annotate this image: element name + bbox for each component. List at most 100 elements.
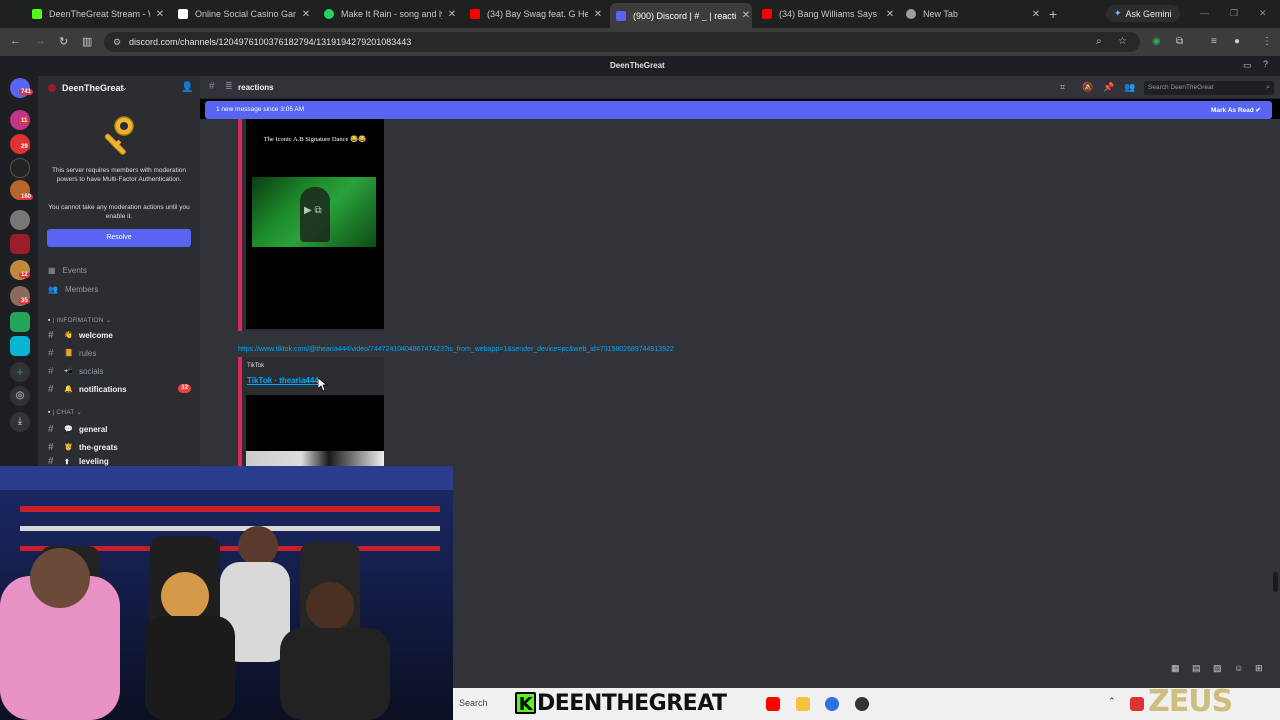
server-icon-selected[interactable] [10, 234, 30, 254]
taskbar-search[interactable]: Search [459, 698, 488, 708]
media-icon[interactable]: ≡ [1211, 36, 1217, 47]
vpn-icon[interactable] [825, 697, 839, 711]
youtube-icon[interactable] [766, 697, 780, 711]
channel-rules[interactable]: # 📙 rules [48, 345, 193, 361]
mark-as-read-button[interactable]: Mark As Read ✔ [1211, 106, 1261, 114]
events-link[interactable]: ▦ Events [48, 266, 87, 275]
video-thumbnail[interactable]: ▶ ⧉ [252, 177, 376, 247]
tray-app-icon[interactable] [1130, 697, 1144, 711]
home-icon[interactable] [10, 78, 30, 98]
video-embed: The Iconic A.B Signature Dance 😂😂 ▶ ⧉ [238, 119, 384, 331]
extensions-puzzle-icon[interactable]: ⧉ [1176, 36, 1183, 47]
server-icon[interactable] [10, 312, 30, 332]
new-tab-button[interactable]: + [1049, 6, 1057, 22]
browser-tab[interactable]: New Tab ✕ [900, 4, 1042, 24]
close-icon[interactable]: ✕ [446, 9, 458, 20]
server-icon[interactable] [10, 158, 30, 178]
members-link[interactable]: 👥 Members [48, 285, 98, 294]
file-explorer-icon[interactable] [796, 697, 810, 711]
reload-icon[interactable]: ↻ [59, 35, 68, 48]
channel-the-greats[interactable]: # 🤴 the-greats [48, 439, 193, 455]
site-info-icon[interactable]: ⚙ [113, 32, 121, 52]
channel-socials[interactable]: # 📲 socials [48, 363, 193, 379]
maximize-icon[interactable]: ❐ [1230, 8, 1238, 19]
server-icon[interactable] [10, 336, 30, 356]
close-icon[interactable]: ✕ [592, 9, 604, 20]
browser-tab[interactable]: DeenTheGreat Stream - Wa ✕ [26, 4, 166, 24]
unread-badge: 12 [19, 272, 30, 278]
sidepanel-icon[interactable]: ▥ [82, 35, 92, 48]
inbox-icon[interactable]: ▭ [1243, 60, 1252, 71]
chevron-up-icon[interactable]: ⌃ [1108, 696, 1116, 707]
ask-gemini-button[interactable]: ✦ Ask Gemini [1106, 5, 1180, 22]
browser-tab[interactable]: Online Social Casino Game ✕ [172, 4, 312, 24]
mfa-subnotice: You cannot take any moderation actions u… [48, 204, 190, 220]
scrollbar-thumb[interactable] [1273, 572, 1278, 592]
tiktok-url-link[interactable]: https://www.tiktok.com/@thearia444/video… [238, 346, 674, 353]
category-information[interactable]: ▪ | INFORMATION ⌄ [48, 316, 111, 324]
threads-icon[interactable]: ⌗ [1060, 82, 1065, 93]
address-bar[interactable]: ⚙ discord.com/channels/12049761003761827… [104, 32, 1140, 52]
apps-icon[interactable]: ⊞ [1255, 663, 1263, 674]
new-messages-bar[interactable]: 1 new message since 3:05 AM Mark As Read… [205, 101, 1272, 119]
forward-icon[interactable]: → [35, 35, 46, 47]
close-icon[interactable]: ✕ [300, 9, 312, 20]
extension-icon[interactable]: ◉ [1152, 36, 1161, 47]
gemini-icon: ✦ [1114, 8, 1122, 18]
video-player[interactable] [246, 395, 384, 467]
browser-tab-active[interactable]: (900) Discord | # _ | reacti ✕ [610, 3, 752, 28]
video-player[interactable]: The Iconic A.B Signature Dance 😂😂 ▶ ⧉ [246, 119, 384, 329]
member-list-icon[interactable]: 👥 [1124, 82, 1135, 93]
channel-label: leveling [79, 457, 109, 466]
chevron-down-icon[interactable]: ⌄ [121, 83, 128, 92]
mark-as-read-label: Mark As Read [1210, 107, 1254, 114]
menu-icon[interactable]: ⋮ [1262, 36, 1272, 47]
window-close-icon[interactable]: ✕ [1259, 8, 1267, 19]
close-icon[interactable]: ✕ [740, 10, 752, 21]
casino-icon [178, 9, 188, 19]
channel-general[interactable]: # 💬 general [48, 421, 193, 437]
mute-bell-icon[interactable]: 🔕 [1082, 82, 1093, 93]
embed-title-link[interactable]: TikTok · thearia444 [247, 376, 319, 385]
help-icon[interactable]: ? [1263, 59, 1268, 69]
close-icon[interactable]: ✕ [884, 9, 896, 20]
search-input[interactable]: Search DeenTheGreat ⌕ [1144, 81, 1274, 95]
close-icon[interactable]: ✕ [1030, 9, 1042, 20]
gift-icon[interactable]: ▦ [1171, 663, 1180, 674]
minimize-icon[interactable]: — [1200, 8, 1209, 18]
channel-name: reactions [238, 83, 274, 92]
streamer-name: DEENTHEGREAT [537, 690, 727, 716]
profile-icon[interactable]: ● [1234, 36, 1240, 47]
browser-tab[interactable]: (34) Bang Williams Says He ✕ [756, 4, 896, 24]
close-icon[interactable]: ✕ [154, 9, 166, 20]
server-name[interactable]: DeenTheGreat [62, 83, 124, 93]
discover-icon[interactable]: ◎ [10, 386, 30, 406]
webcam-image [0, 466, 453, 720]
channel-leveling[interactable]: # ⬆ leveling [48, 457, 193, 466]
server-icon[interactable] [10, 210, 30, 230]
add-server-icon[interactable]: + [10, 362, 30, 382]
server-avatar-icon [48, 84, 56, 92]
play-icon[interactable]: ▶ ⧉ [304, 205, 322, 216]
pin-icon[interactable]: 📌 [1103, 82, 1114, 93]
category-chat[interactable]: ▪ | CHAT ⌄ [48, 408, 82, 416]
emoji-icon[interactable]: ☺ [1234, 663, 1243, 673]
browser-tab[interactable]: Make It Rain - song and ly ✕ [318, 4, 458, 24]
resolve-button[interactable]: Resolve [47, 229, 191, 247]
sticker-icon[interactable]: ▧ [1213, 663, 1222, 674]
gif-icon[interactable]: ▤ [1192, 663, 1201, 674]
zoom-icon[interactable]: ⌕ [1096, 36, 1102, 47]
obs-icon[interactable] [855, 697, 869, 711]
browser-tab[interactable]: (34) Bay Swag feat. G Herb ✕ [464, 4, 604, 24]
bookmark-star-icon[interactable]: ☆ [1118, 36, 1127, 47]
unread-badge: 11 [19, 118, 30, 124]
key-icon [104, 116, 134, 155]
back-icon[interactable]: ← [10, 35, 21, 47]
download-icon[interactable]: ⤓ [10, 412, 30, 432]
channel-welcome[interactable]: # 👋 welcome [48, 327, 193, 343]
url-text: discord.com/channels/1204976100376182794… [129, 37, 412, 47]
kick-logo-icon: K [515, 692, 536, 715]
invite-people-icon[interactable]: 👤 [181, 82, 193, 93]
channel-notifications[interactable]: # 🔔 notifications 12 [48, 381, 193, 397]
gemini-label: Ask Gemini [1125, 8, 1172, 19]
